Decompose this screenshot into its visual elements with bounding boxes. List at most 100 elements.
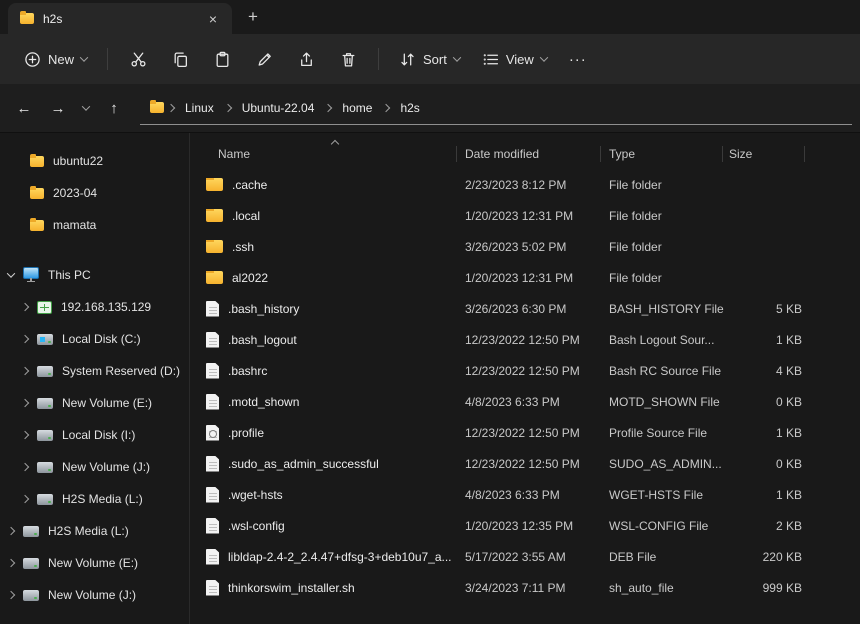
file-row[interactable]: .profile 12/23/2022 12:50 PM Profile Sou… bbox=[202, 417, 860, 448]
folder-icon bbox=[150, 102, 164, 113]
share-icon bbox=[298, 51, 315, 68]
chevron-right-icon[interactable] bbox=[7, 527, 15, 535]
chevron-right-icon[interactable] bbox=[7, 559, 15, 567]
file-row[interactable]: .cache 2/23/2023 8:12 PM File folder bbox=[202, 169, 860, 200]
breadcrumb-item[interactable]: Linux bbox=[178, 97, 221, 119]
column-header-name[interactable]: Name bbox=[202, 147, 465, 161]
chevron-right-icon[interactable] bbox=[21, 463, 29, 471]
file-row[interactable]: .wget-hsts 4/8/2023 6:33 PM WGET-HSTS Fi… bbox=[202, 479, 860, 510]
sidebar-drive-item[interactable]: Local Disk (C:) bbox=[0, 323, 189, 355]
back-button[interactable]: ← bbox=[8, 93, 40, 123]
copy-button[interactable] bbox=[160, 42, 200, 76]
view-button[interactable]: View bbox=[472, 42, 557, 76]
tab-close-button[interactable]: × bbox=[202, 8, 224, 30]
file-name: .bash_history bbox=[228, 302, 299, 316]
file-row[interactable]: libldap-2.4-2_2.4.47+dfsg-3+deb10u7_a...… bbox=[202, 541, 860, 572]
chevron-right-icon[interactable] bbox=[7, 591, 15, 599]
file-type: Bash RC Source File bbox=[609, 364, 727, 378]
file-row[interactable]: .ssh 3/26/2023 5:02 PM File folder bbox=[202, 231, 860, 262]
sidebar-network-item[interactable]: H2S Media (L:) bbox=[0, 515, 189, 547]
drive-icon bbox=[37, 430, 53, 441]
column-divider[interactable] bbox=[456, 146, 457, 162]
sidebar-drive-item[interactable]: 192.168.135.129 bbox=[0, 291, 189, 323]
paste-button[interactable] bbox=[202, 42, 242, 76]
file-size: 4 KB bbox=[727, 364, 802, 378]
file-icon bbox=[206, 301, 219, 317]
sidebar-drive-item[interactable]: System Reserved (D:) bbox=[0, 355, 189, 387]
sidebar-drive-item[interactable]: Local Disk (I:) bbox=[0, 419, 189, 451]
file-row[interactable]: thinkorswim_installer.sh 3/24/2023 7:11 … bbox=[202, 572, 860, 603]
toolbar-separator bbox=[378, 48, 379, 70]
file-name: thinkorswim_installer.sh bbox=[228, 581, 355, 595]
chevron-right-icon[interactable] bbox=[21, 335, 29, 343]
sort-button[interactable]: Sort bbox=[389, 42, 470, 76]
file-date-modified: 3/26/2023 5:02 PM bbox=[465, 240, 609, 254]
file-icon bbox=[206, 580, 219, 596]
file-name-cell: .wsl-config bbox=[202, 518, 465, 534]
file-row[interactable]: .bashrc 12/23/2022 12:50 PM Bash RC Sour… bbox=[202, 355, 860, 386]
breadcrumb-item[interactable]: home bbox=[335, 97, 379, 119]
chevron-right-icon[interactable] bbox=[21, 367, 29, 375]
file-size: 1 KB bbox=[727, 488, 802, 502]
file-row[interactable]: .wsl-config 1/20/2023 12:35 PM WSL-CONFI… bbox=[202, 510, 860, 541]
paste-icon bbox=[214, 51, 231, 68]
file-type: File folder bbox=[609, 240, 727, 254]
column-header-type[interactable]: Type bbox=[609, 147, 727, 161]
cut-icon bbox=[130, 51, 147, 68]
column-divider[interactable] bbox=[804, 146, 805, 162]
rename-button[interactable] bbox=[244, 42, 284, 76]
sidebar-network-item[interactable]: New Volume (E:) bbox=[0, 547, 189, 579]
explorer-tab[interactable]: h2s × bbox=[8, 3, 232, 34]
sort-icon bbox=[399, 51, 416, 68]
sidebar-drive-item[interactable]: New Volume (J:) bbox=[0, 451, 189, 483]
cut-button[interactable] bbox=[118, 42, 158, 76]
os-drive-icon bbox=[37, 334, 53, 345]
sidebar-folder-item[interactable]: mamata bbox=[0, 209, 189, 241]
see-more-button[interactable]: ··· bbox=[559, 42, 595, 76]
file-row[interactable]: .local 1/20/2023 12:31 PM File folder bbox=[202, 200, 860, 231]
file-type: WGET-HSTS File bbox=[609, 488, 727, 502]
drive-icon bbox=[37, 398, 53, 409]
breadcrumb-segment: Ubuntu-22.04 bbox=[225, 97, 322, 119]
chevron-right-icon[interactable] bbox=[21, 431, 29, 439]
chevron-right-icon[interactable] bbox=[21, 495, 29, 503]
breadcrumb-item[interactable]: Ubuntu-22.04 bbox=[235, 97, 322, 119]
delete-button[interactable] bbox=[328, 42, 368, 76]
sidebar-drive-item[interactable]: H2S Media (L:) bbox=[0, 483, 189, 515]
chevron-down-icon[interactable] bbox=[7, 269, 15, 277]
sidebar-item-this-pc[interactable]: This PC bbox=[0, 259, 189, 291]
breadcrumb-item[interactable]: h2s bbox=[393, 97, 426, 119]
file-type: File folder bbox=[609, 209, 727, 223]
file-row[interactable]: .bash_logout 12/23/2022 12:50 PM Bash Lo… bbox=[202, 324, 860, 355]
file-size: 5 KB bbox=[727, 302, 802, 316]
file-row[interactable]: al2022 1/20/2023 12:31 PM File folder bbox=[202, 262, 860, 293]
address-bar[interactable]: Linux Ubuntu-22.04 home h2s bbox=[140, 91, 852, 125]
file-type: sh_auto_file bbox=[609, 581, 727, 595]
up-button[interactable]: ↑ bbox=[98, 93, 130, 123]
column-divider[interactable] bbox=[600, 146, 601, 162]
file-row[interactable]: .sudo_as_admin_successful 12/23/2022 12:… bbox=[202, 448, 860, 479]
chevron-down-icon bbox=[540, 53, 548, 61]
file-icon bbox=[206, 332, 219, 348]
sidebar-drive-item[interactable]: New Volume (E:) bbox=[0, 387, 189, 419]
chevron-right-icon[interactable] bbox=[21, 399, 29, 407]
chevron-right-icon[interactable] bbox=[21, 303, 29, 311]
file-icon bbox=[206, 518, 219, 534]
column-header-size[interactable]: Size bbox=[727, 147, 802, 161]
column-header-date-modified[interactable]: Date modified bbox=[465, 147, 609, 161]
sidebar-folder-item[interactable]: 2023-04 bbox=[0, 177, 189, 209]
sidebar-network-item[interactable]: New Volume (J:) bbox=[0, 579, 189, 611]
file-date-modified: 5/17/2022 3:55 AM bbox=[465, 550, 609, 564]
share-button[interactable] bbox=[286, 42, 326, 76]
column-divider[interactable] bbox=[722, 146, 723, 162]
new-tab-button[interactable]: + bbox=[238, 4, 268, 30]
copy-icon bbox=[172, 51, 189, 68]
file-name: .wsl-config bbox=[228, 519, 285, 533]
file-row[interactable]: .motd_shown 4/8/2023 6:33 PM MOTD_SHOWN … bbox=[202, 386, 860, 417]
folder-icon bbox=[30, 220, 44, 231]
sidebar-folder-item[interactable]: ubuntu22 bbox=[0, 145, 189, 177]
recent-locations-button[interactable] bbox=[76, 93, 96, 123]
new-button[interactable]: New bbox=[14, 42, 97, 76]
forward-button[interactable]: → bbox=[42, 93, 74, 123]
file-row[interactable]: .bash_history 3/26/2023 6:30 PM BASH_HIS… bbox=[202, 293, 860, 324]
